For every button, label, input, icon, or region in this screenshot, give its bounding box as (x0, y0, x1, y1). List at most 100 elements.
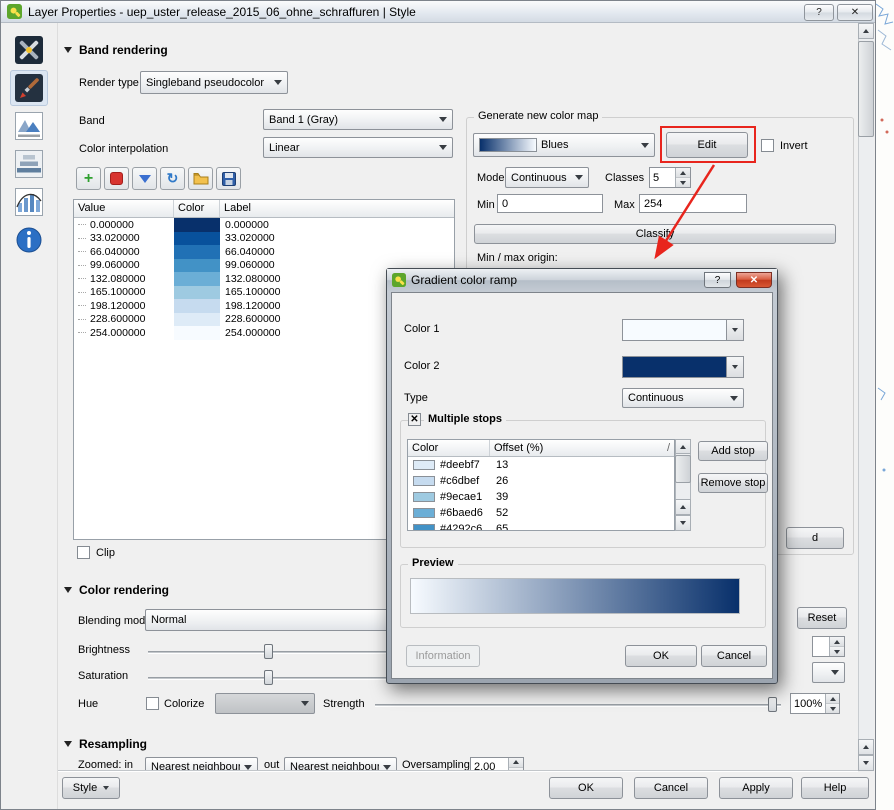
sort-indicator: / (667, 442, 670, 454)
sidebar-item-metadata[interactable] (10, 222, 48, 258)
cancel-button[interactable]: Cancel (634, 777, 708, 799)
sort-button[interactable] (132, 167, 157, 190)
collapse-icon (64, 587, 72, 593)
zoomed-out-select[interactable]: Nearest neighbour (284, 757, 397, 770)
stops-table-row[interactable]: #deebf713 (408, 457, 674, 473)
dialog-ok-button[interactable]: OK (625, 645, 697, 667)
dialog-help-button[interactable]: ? (704, 272, 731, 288)
stops-offset-column-header[interactable]: Offset (%) / (490, 440, 674, 456)
add-entry-button[interactable]: + (76, 167, 101, 190)
hue-color-select[interactable] (215, 693, 315, 714)
stops-scroll-up-button-2[interactable] (675, 499, 691, 515)
max-input[interactable]: 254 (639, 194, 747, 213)
spin-down-button[interactable] (826, 704, 839, 713)
saturation-slider-handle[interactable] (264, 670, 273, 685)
type-select[interactable]: Continuous (622, 388, 744, 408)
sidebar-item-general[interactable] (10, 32, 48, 68)
stops-table-row[interactable]: #9ecae139 (408, 489, 674, 505)
save-file-button[interactable] (216, 167, 241, 190)
scroll-down-button[interactable] (858, 755, 874, 771)
apply-button[interactable]: Apply (719, 777, 793, 799)
spin-down-button[interactable] (830, 647, 844, 656)
strength-slider-handle[interactable] (768, 697, 777, 712)
color-interpolation-select[interactable]: Linear (263, 137, 453, 158)
classes-spinner[interactable]: 5 (649, 167, 691, 188)
load-button-fragment[interactable]: d (786, 527, 844, 549)
remove-entry-button[interactable] (104, 167, 129, 190)
color-ramp-select[interactable]: Blues (473, 133, 655, 157)
brightness-label: Brightness (78, 644, 130, 656)
scroll-up-button-2[interactable] (858, 739, 874, 755)
stops-color-column-header[interactable]: Color (408, 440, 490, 456)
dialog-cancel-button[interactable]: Cancel (701, 645, 767, 667)
refresh-button[interactable]: ↻ (160, 167, 185, 190)
strength-spinner[interactable]: 100% (790, 693, 840, 714)
multiple-stops-checkbox[interactable]: ✕ (408, 413, 421, 426)
help-button[interactable]: Help (801, 777, 869, 799)
strength-slider[interactable] (375, 704, 781, 707)
color2-picker[interactable] (622, 356, 744, 378)
sidebar-item-style[interactable] (10, 70, 48, 106)
combo-fragment[interactable] (812, 662, 845, 683)
titlebar[interactable]: Layer Properties - uep_uster_release_201… (1, 1, 875, 23)
window-close-button[interactable]: ✕ (837, 4, 873, 21)
color-column-header[interactable]: Color (174, 200, 220, 217)
value-table-row[interactable]: 33.02000033.020000 (74, 232, 454, 246)
sidebar-item-transparency[interactable] (10, 108, 48, 144)
brightness-slider-handle[interactable] (264, 644, 273, 659)
dialog-titlebar[interactable]: Gradient color ramp ? ✕ (387, 269, 777, 291)
information-button[interactable]: Information (406, 645, 480, 667)
open-file-button[interactable] (188, 167, 213, 190)
spin-up-button[interactable] (830, 637, 844, 647)
colorize-checkbox[interactable] (146, 697, 159, 710)
color2-dropdown[interactable] (726, 356, 744, 378)
classify-button[interactable]: Classify (474, 224, 836, 244)
color1-swatch[interactable] (622, 319, 726, 341)
spin-up-button[interactable] (676, 168, 690, 178)
scroll-thumb[interactable] (858, 41, 874, 137)
dialog-close-button[interactable]: ✕ (736, 272, 772, 288)
value-table-row[interactable]: 66.04000066.040000 (74, 245, 454, 259)
stops-table-row[interactable]: #6baed652 (408, 505, 674, 521)
invert-checkbox[interactable] (761, 139, 774, 152)
render-type-select[interactable]: Singleband pseudocolor (140, 71, 288, 94)
style-menu-button[interactable]: Style (62, 777, 120, 799)
spin-up-button[interactable] (826, 694, 839, 704)
label-column-header[interactable]: Label (220, 200, 454, 217)
stops-table-row[interactable]: #4292c665 (408, 521, 674, 531)
spin-up-button[interactable] (509, 758, 523, 768)
sidebar-item-histogram[interactable] (10, 184, 48, 220)
gradient-dialog[interactable]: Gradient color ramp ? ✕ Color 1 Color 2 … (386, 268, 778, 684)
zoomed-in-select[interactable]: Nearest neighbour (145, 757, 258, 770)
remove-stop-button[interactable]: Remove stop (698, 473, 768, 493)
edit-button[interactable]: Edit (666, 132, 748, 158)
color1-picker[interactable] (622, 319, 744, 341)
stops-table-row[interactable]: #c6dbef26 (408, 473, 674, 489)
spinner-fragment[interactable] (812, 636, 845, 657)
stops-table[interactable]: Color Offset (%) / #deebf713#c6dbef26#9e… (407, 439, 675, 531)
color-interpolation-label: Color interpolation (79, 143, 168, 155)
color2-swatch[interactable] (622, 356, 726, 378)
clip-checkbox[interactable] (77, 546, 90, 559)
resampling-clipped-row: Zoomed: in Nearest neighbour out Nearest… (58, 753, 618, 770)
mode-select[interactable]: Continuous (505, 167, 589, 188)
resampling-section-header[interactable]: Resampling (64, 737, 147, 751)
min-input[interactable]: 0 (497, 194, 603, 213)
stops-scroll-up-button[interactable] (675, 439, 691, 454)
stops-scroll-thumb[interactable] (675, 455, 691, 483)
stops-scroll-down-button[interactable] (675, 515, 691, 531)
sidebar-item-pyramids[interactable] (10, 146, 48, 182)
spin-down-button[interactable] (676, 178, 690, 187)
color1-dropdown[interactable] (726, 319, 744, 341)
reset-button[interactable]: Reset (797, 607, 847, 629)
oversampling-spinner[interactable]: 2.00 (470, 757, 524, 770)
ok-button[interactable]: OK (549, 777, 623, 799)
add-stop-button[interactable]: Add stop (698, 441, 768, 461)
band-select[interactable]: Band 1 (Gray) (263, 109, 453, 130)
window-help-button[interactable]: ? (804, 4, 834, 21)
color-rendering-section-header[interactable]: Color rendering (64, 583, 169, 597)
band-rendering-section-header[interactable]: Band rendering (64, 43, 168, 57)
value-column-header[interactable]: Value (74, 200, 174, 217)
value-table-row[interactable]: 0.0000000.000000 (74, 218, 454, 232)
scroll-up-button[interactable] (858, 23, 874, 39)
